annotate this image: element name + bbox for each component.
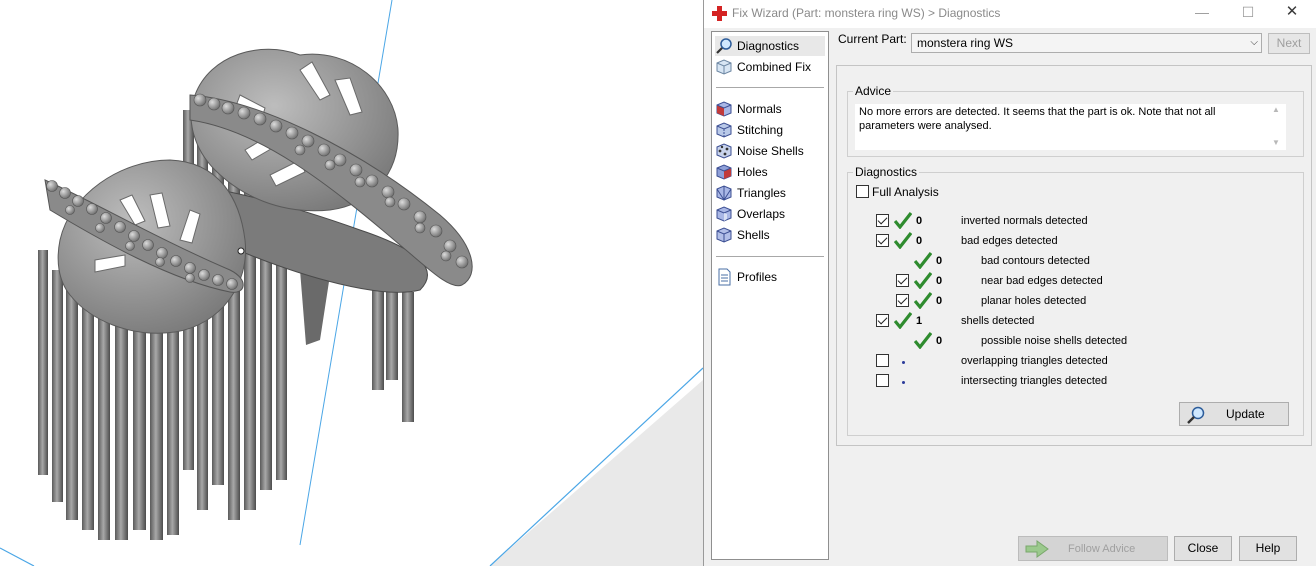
update-label: Update xyxy=(1226,407,1265,421)
shells-count: 1 xyxy=(916,315,923,327)
next-button[interactable]: Next xyxy=(1268,33,1310,54)
shells-label: shells detected xyxy=(961,315,1035,327)
nav-item-profiles[interactable]: Profiles xyxy=(715,267,825,287)
magnifier-icon xyxy=(1187,406,1205,424)
nav-divider xyxy=(716,256,824,257)
check-ok-icon xyxy=(914,332,932,349)
check-ok-icon xyxy=(914,272,932,289)
bad-edges-checkbox[interactable] xyxy=(876,234,889,247)
bad-edges-count: 0 xyxy=(916,235,923,247)
red-cross-icon xyxy=(712,6,727,21)
normals-cube-icon xyxy=(716,101,732,117)
shells-cube-icon xyxy=(716,227,732,243)
diagnostics-caption: Diagnostics xyxy=(853,165,920,179)
nav-label: Combined Fix xyxy=(737,60,812,74)
update-button[interactable]: Update xyxy=(1179,402,1289,426)
minimize-button[interactable]: — xyxy=(1180,0,1224,26)
scroll-down-icon[interactable]: ▼ xyxy=(1272,138,1280,147)
build-plate-edge xyxy=(0,547,35,566)
inverted-normals-count: 0 xyxy=(916,215,923,227)
noise-shells-label: possible noise shells detected xyxy=(981,335,1128,347)
near-bad-edges-label: near bad edges detected xyxy=(981,275,1103,287)
nav-label: Normals xyxy=(737,102,782,116)
inverted-normals-checkbox[interactable] xyxy=(876,214,889,227)
advice-caption: Advice xyxy=(853,84,894,98)
current-part-select[interactable]: monstera ring WS ⌵ xyxy=(911,33,1262,53)
close-button[interactable]: Close xyxy=(1174,536,1232,561)
nav-label: Noise Shells xyxy=(737,144,804,158)
bad-contours-count: 0 xyxy=(936,255,943,267)
nav-item-shells[interactable]: Shells xyxy=(715,225,825,245)
nav-item-holes[interactable]: Holes xyxy=(715,162,825,182)
triangles-cube-icon xyxy=(716,185,732,201)
document-icon xyxy=(718,268,731,286)
planar-holes-count: 0 xyxy=(936,295,943,307)
inverted-normals-label: inverted normals detected xyxy=(961,215,1088,227)
check-ok-icon xyxy=(914,252,932,269)
near-bad-edges-count: 0 xyxy=(936,275,943,287)
bad-edges-label: bad edges detected xyxy=(961,235,1058,247)
check-ok-icon xyxy=(894,232,912,249)
current-part-value: monstera ring WS xyxy=(917,36,1014,50)
planar-holes-checkbox[interactable] xyxy=(896,294,909,307)
build-plate-shadow xyxy=(490,380,703,566)
nav-item-noise-shells[interactable]: Noise Shells xyxy=(715,141,825,161)
nav-item-combined-fix[interactable]: Combined Fix xyxy=(715,57,825,77)
nav-item-overlaps[interactable]: Overlaps xyxy=(715,204,825,224)
cube-icon xyxy=(716,59,732,75)
window-title: Fix Wizard (Part: monstera ring WS) > Di… xyxy=(732,6,1001,20)
nav-label: Diagnostics xyxy=(737,39,800,53)
check-ok-icon xyxy=(894,212,912,229)
full-analysis-checkbox[interactable] xyxy=(856,185,869,198)
stitching-cube-icon xyxy=(716,122,732,138)
full-analysis-label: Full Analysis xyxy=(872,185,939,199)
check-ok-icon xyxy=(894,312,912,329)
nav-item-stitching[interactable]: Stitching xyxy=(715,120,825,140)
follow-advice-label: Follow Advice xyxy=(1068,543,1136,555)
overlapping-triangles-checkbox[interactable] xyxy=(876,354,889,367)
scroll-up-icon[interactable]: ▲ xyxy=(1272,105,1280,114)
nav-item-diagnostics[interactable]: Diagnostics xyxy=(715,36,825,56)
holes-cube-icon xyxy=(716,164,732,180)
bad-contours-label: bad contours detected xyxy=(981,255,1090,267)
noise-shells-icon xyxy=(716,143,732,159)
fix-wizard-dialog: Fix Wizard (Part: monstera ring WS) > Di… xyxy=(703,0,1316,566)
close-window-button[interactable]: ✕ xyxy=(1270,0,1314,26)
follow-advice-button[interactable]: Follow Advice xyxy=(1018,536,1168,561)
nav-label: Stitching xyxy=(737,123,784,137)
noise-shells-count: 0 xyxy=(936,335,943,347)
planar-holes-label: planar holes detected xyxy=(981,295,1087,307)
magnifier-icon xyxy=(716,38,732,54)
nav-item-triangles[interactable]: Triangles xyxy=(715,183,825,203)
intersecting-triangles-label: intersecting triangles detected xyxy=(961,375,1108,387)
title-bar[interactable]: Fix Wizard (Part: monstera ring WS) > Di… xyxy=(704,0,1316,28)
nav-label: Shells xyxy=(737,228,770,242)
intersecting-triangles-checkbox[interactable] xyxy=(876,374,889,387)
shells-checkbox[interactable] xyxy=(876,314,889,327)
nav-label: Profiles xyxy=(737,270,778,284)
ring-model-render xyxy=(0,0,703,566)
wizard-nav: Diagnostics Combined Fix Normals Stitchi… xyxy=(711,31,829,560)
cursor-dot xyxy=(237,247,245,255)
nav-label: Overlaps xyxy=(737,207,786,221)
chevron-down-icon: ⌵ xyxy=(1250,37,1258,48)
3d-viewport[interactable] xyxy=(0,0,703,566)
overlapping-triangles-label: overlapping triangles detected xyxy=(961,355,1108,367)
nav-label: Triangles xyxy=(737,186,786,200)
pending-dot-icon xyxy=(902,381,905,384)
arrow-right-icon xyxy=(1025,540,1049,558)
advice-scrollbar[interactable]: ▲ ▼ xyxy=(1270,104,1286,150)
near-bad-edges-checkbox[interactable] xyxy=(896,274,909,287)
nav-label: Holes xyxy=(737,165,768,179)
help-button[interactable]: Help xyxy=(1239,536,1297,561)
nav-divider xyxy=(716,87,824,88)
check-ok-icon xyxy=(914,292,932,309)
maximize-button[interactable]: ☐ xyxy=(1226,0,1270,26)
current-part-label: Current Part: xyxy=(838,32,907,46)
overlaps-cube-icon xyxy=(716,206,732,222)
advice-text: No more errors are detected. It seems th… xyxy=(855,104,1270,150)
nav-item-normals[interactable]: Normals xyxy=(715,99,825,119)
pending-dot-icon xyxy=(902,361,905,364)
